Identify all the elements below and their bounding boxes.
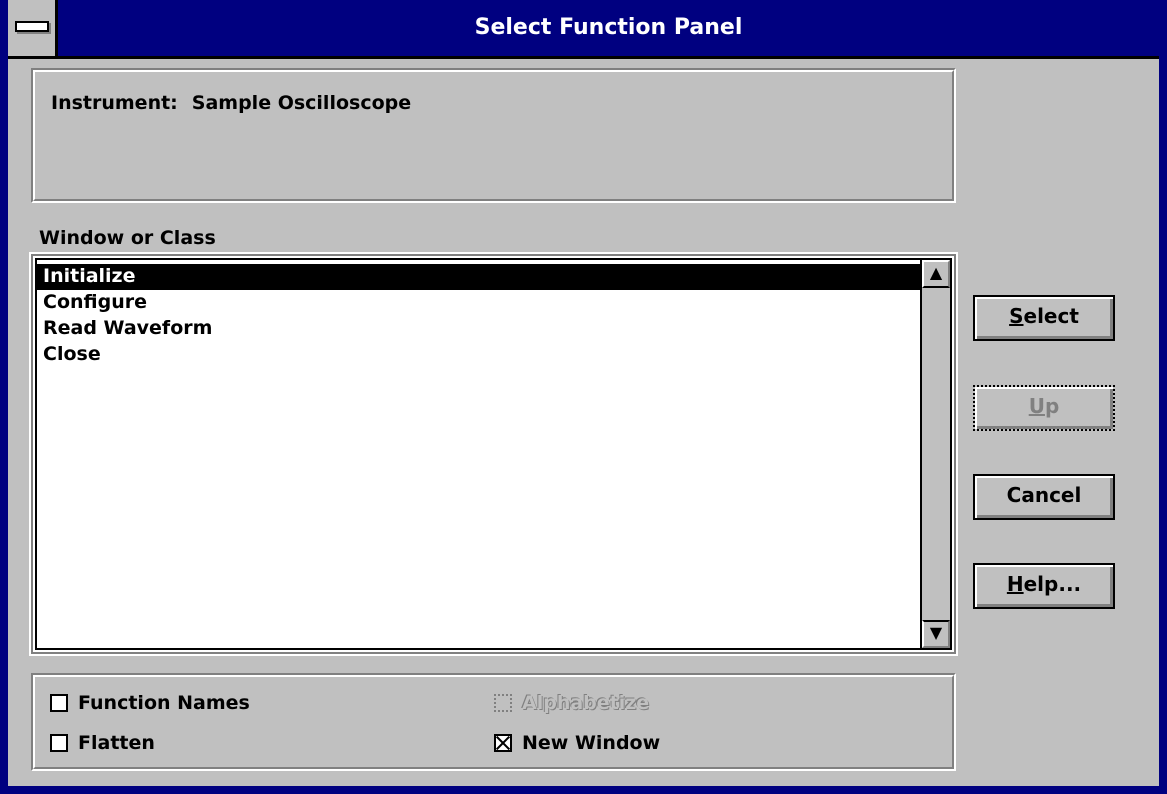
list-item-initialize[interactable]: Initialize (37, 264, 920, 290)
flatten-checkbox[interactable]: Flatten (50, 731, 155, 755)
checkbox-box (494, 694, 512, 712)
new-window-checkbox[interactable]: New Window (494, 731, 660, 755)
arrow-down-icon: ▼ (929, 623, 943, 642)
cancel-button[interactable]: Cancel (973, 474, 1115, 520)
scroll-down-button[interactable]: ▼ (922, 620, 950, 648)
options-panel: Function Names Flatten Alphabetize New W… (31, 673, 956, 771)
scroll-up-button[interactable]: ▲ (922, 260, 950, 288)
instrument-name: Sample Oscilloscope (191, 92, 412, 114)
up-mnemonic: U (1028, 394, 1045, 418)
instrument-line: Instrument: Sample Oscilloscope (51, 92, 411, 114)
instrument-label: Instrument: (51, 92, 178, 114)
help-label-rest: elp... (1023, 572, 1082, 596)
alphabetize-label: Alphabetize (522, 692, 650, 714)
select-mnemonic: S (1009, 304, 1024, 328)
window-title: Select Function Panel (474, 15, 743, 40)
title-bar[interactable]: Select Function Panel (8, 0, 1159, 59)
help-mnemonic: H (1006, 572, 1024, 596)
checkbox-box[interactable] (50, 734, 68, 752)
window-or-class-listbox[interactable]: Initialize Configure Read Waveform Close… (29, 252, 958, 656)
list-item-close[interactable]: Close (37, 342, 920, 368)
list-item-configure[interactable]: Configure (37, 290, 920, 316)
system-menu-icon (15, 21, 49, 32)
select-label-rest: elect (1023, 304, 1079, 328)
up-label-rest: p (1044, 394, 1060, 418)
checkbox-box[interactable] (50, 694, 68, 712)
new-window-label: New Window (522, 732, 661, 754)
instrument-info-panel: Instrument: Sample Oscilloscope (31, 68, 956, 203)
help-button[interactable]: Help... (973, 563, 1115, 609)
select-button[interactable]: Select (973, 295, 1115, 341)
system-menu-button[interactable] (8, 0, 58, 56)
up-button: Up (973, 385, 1115, 431)
list-scrollbar[interactable]: ▲ ▼ (920, 260, 950, 648)
arrow-up-icon: ▲ (929, 263, 943, 282)
alphabetize-checkbox: Alphabetize (494, 691, 649, 715)
function-names-checkbox[interactable]: Function Names (50, 691, 250, 715)
function-names-label: Function Names (78, 692, 250, 714)
list-item-read-waveform[interactable]: Read Waveform (37, 316, 920, 342)
list-items: Initialize Configure Read Waveform Close (37, 264, 920, 368)
flatten-label: Flatten (78, 732, 155, 754)
window-or-class-label: Window or Class (39, 227, 216, 249)
checkbox-checked-icon[interactable] (494, 734, 512, 752)
